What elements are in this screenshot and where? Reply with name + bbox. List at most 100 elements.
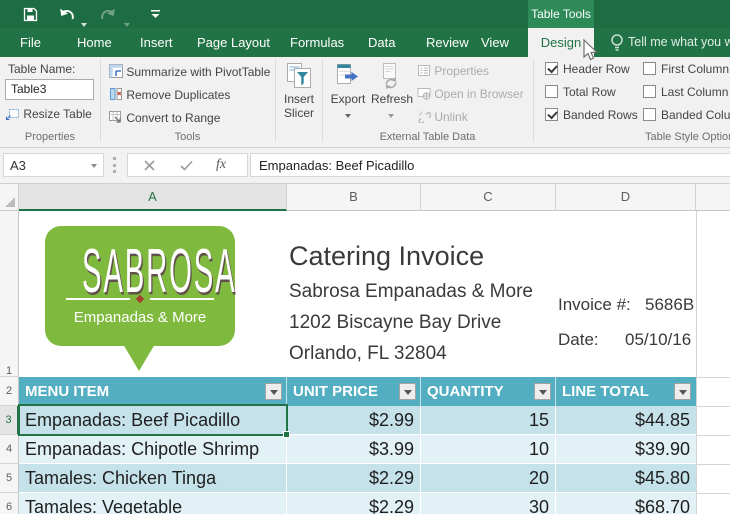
fx-icon[interactable]: fx	[216, 157, 226, 173]
cell-a4[interactable]: Empanadas: Chipotle Shrimp	[19, 435, 287, 464]
title-bar: Table Tools	[0, 0, 730, 28]
cell-b6[interactable]: $2.29	[287, 493, 421, 514]
invoice-number-label-cell[interactable]: Invoice #:	[558, 295, 631, 315]
cell-b5[interactable]: $2.29	[287, 464, 421, 493]
cell-d5[interactable]: $45.80	[556, 464, 696, 493]
remove-duplicates-label: Remove Duplicates	[126, 88, 230, 102]
table-name-input[interactable]: Table3	[5, 79, 94, 100]
undo-icon[interactable]	[58, 7, 75, 21]
name-box[interactable]: A3	[3, 153, 104, 177]
filter-button-quantity[interactable]	[534, 383, 551, 400]
row-header-4[interactable]: 4	[0, 435, 19, 464]
row-header-6[interactable]: 6	[0, 493, 19, 514]
export-button[interactable]: Export	[328, 62, 368, 121]
group-caption-external: External Table Data	[322, 131, 533, 143]
unlink-icon	[417, 110, 431, 123]
banded-columns-label: Banded Columns	[661, 108, 730, 122]
cell-a6[interactable]: Tamales: Vegetable	[19, 493, 287, 514]
properties-label: Properties	[434, 64, 489, 78]
table-name-label: Table Name:	[8, 62, 75, 76]
enter-icon[interactable]	[180, 160, 193, 171]
tab-insert[interactable]: Insert	[140, 28, 173, 57]
cell-d4[interactable]: $39.90	[556, 435, 696, 464]
remove-duplicates-button[interactable]: Remove Duplicates	[109, 87, 230, 102]
refresh-button[interactable]: Refresh	[371, 62, 411, 121]
invoice-title-cell[interactable]: Catering Invoice	[289, 241, 484, 272]
open-in-browser-label: Open in Browser	[434, 87, 523, 101]
tab-review[interactable]: Review	[426, 28, 469, 57]
save-icon[interactable]	[23, 7, 38, 22]
header-text: QUANTITY	[427, 383, 504, 400]
checkbox-box	[643, 108, 656, 121]
tell-me-bulb-icon	[610, 33, 624, 53]
invoice-company-cell[interactable]: Sabrosa Empanadas & More	[289, 281, 533, 303]
header-row-label: Header Row	[563, 62, 630, 76]
tab-page-layout[interactable]: Page Layout	[197, 28, 270, 57]
fill-handle[interactable]	[283, 431, 290, 438]
header-text: UNIT PRICE	[293, 383, 378, 400]
cell-b4[interactable]: $3.99	[287, 435, 421, 464]
properties-button-disabled: Properties	[417, 64, 489, 78]
invoice-date-value-cell[interactable]: 05/10/16	[625, 330, 691, 350]
tab-home[interactable]: Home	[77, 28, 112, 57]
convert-to-range-button[interactable]: Convert to Range	[109, 110, 220, 125]
column-header-d[interactable]: D	[556, 184, 696, 211]
invoice-address-cell[interactable]: 1202 Biscayne Bay Drive	[289, 312, 501, 334]
tab-view[interactable]: View	[481, 28, 509, 57]
row-header-5[interactable]: 5	[0, 464, 19, 493]
export-icon	[335, 62, 361, 89]
group-divider	[100, 60, 101, 142]
invoice-city-cell[interactable]: Orlando, FL 32804	[289, 343, 447, 365]
cell-b3[interactable]: $2.99	[287, 406, 421, 435]
properties-icon	[417, 64, 431, 77]
cell-c5[interactable]: 20	[421, 464, 556, 493]
last-column-label: Last Column	[661, 85, 728, 99]
cell-a3[interactable]: Empanadas: Beef Picadillo	[19, 406, 287, 435]
table-header-menu-item[interactable]: MENU ITEM	[19, 377, 287, 406]
convert-to-range-icon	[109, 110, 123, 124]
row-header-2[interactable]: 2	[0, 377, 19, 406]
resize-table-button[interactable]: Resize Table	[6, 107, 92, 121]
tab-file[interactable]: File	[20, 28, 41, 57]
table-tools-contextual-tab: Table Tools	[528, 0, 594, 28]
invoice-number-value-cell[interactable]: 5686B	[645, 295, 694, 315]
column-header-b[interactable]: B	[287, 184, 421, 211]
cell-c3[interactable]: 15	[421, 406, 556, 435]
cancel-icon[interactable]	[144, 160, 155, 171]
insert-slicer-label2: Slicer	[279, 106, 319, 120]
formula-input[interactable]: Empanadas: Beef Picadillo	[250, 153, 730, 177]
name-box-dropdown-icon[interactable]	[91, 164, 97, 168]
row-header-1[interactable]: 1	[0, 211, 19, 377]
filter-button-unit-price[interactable]	[399, 383, 416, 400]
column-header-e[interactable]	[696, 184, 730, 211]
tell-me-box[interactable]: Tell me what you w	[628, 28, 730, 57]
invoice-date-label-cell[interactable]: Date:	[558, 330, 599, 350]
banded-rows-label: Banded Rows	[563, 108, 638, 122]
refresh-dropdown-icon	[388, 114, 394, 118]
filter-button-menu-item[interactable]	[265, 383, 282, 400]
group-divider	[322, 60, 323, 142]
total-row-label: Total Row	[563, 85, 616, 99]
filter-button-line-total[interactable]	[674, 383, 691, 400]
select-all-triangle	[5, 197, 15, 207]
tab-data[interactable]: Data	[368, 28, 395, 57]
cell-d3[interactable]: $44.85	[556, 406, 696, 435]
gridline	[696, 435, 730, 436]
resize-table-label: Resize Table	[23, 107, 91, 121]
summarize-with-pivottable-button[interactable]: Summarize with PivotTable	[109, 64, 270, 79]
cell-d6[interactable]: $68.70	[556, 493, 696, 514]
formula-bar: A3 fx Empanadas: Beef Picadillo	[0, 148, 730, 184]
checkbox-box	[545, 62, 558, 75]
tab-formulas[interactable]: Formulas	[290, 28, 344, 57]
qat-customize-icon[interactable]	[150, 10, 161, 19]
select-all-corner[interactable]	[0, 184, 19, 211]
column-header-c[interactable]: C	[421, 184, 556, 211]
cell-c4[interactable]: 10	[421, 435, 556, 464]
column-header-a[interactable]: A	[19, 184, 287, 211]
unlink-label: Unlink	[434, 110, 467, 124]
cell-c6[interactable]: 30	[421, 493, 556, 514]
row-header-3[interactable]: 3	[0, 406, 19, 435]
gridline	[696, 493, 730, 494]
cell-a5[interactable]: Tamales: Chicken Tinga	[19, 464, 287, 493]
insert-slicer-button[interactable]: Insert Slicer	[279, 62, 319, 120]
